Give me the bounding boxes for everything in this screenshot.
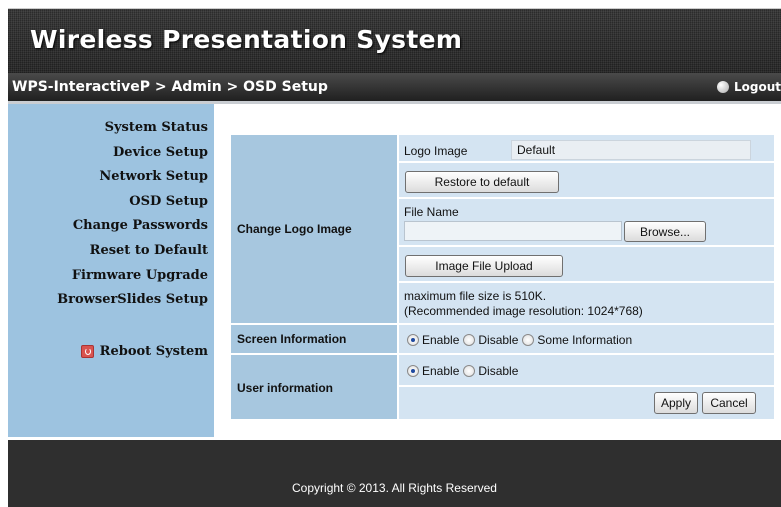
screen-info-disable-radio[interactable] [463, 334, 476, 346]
screen-info-enable-label: Enable [422, 333, 460, 347]
sidebar: System Status Device Setup Network Setup… [8, 104, 214, 437]
screen-info-enable-radio[interactable] [407, 334, 419, 346]
logo-image-value: Default [511, 140, 751, 160]
row-divider [399, 245, 774, 247]
sidebar-item-browserslides-setup[interactable]: BrowserSlides Setup [57, 292, 208, 307]
reboot-label: Reboot System [99, 344, 208, 359]
user-info-label-cell: User information [231, 355, 397, 419]
breadcrumb-bar: WPS-InteractiveP > Admin > OSD Setup Log… [8, 73, 781, 104]
actions-cell: Apply Cancel [399, 387, 774, 419]
header-banner: Wireless Presentation System [8, 8, 781, 74]
sidebar-item-change-passwords[interactable]: Change Passwords [73, 218, 208, 233]
browse-button[interactable]: Browse... [624, 221, 706, 242]
power-icon [80, 345, 94, 358]
sidebar-item-reset-to-default[interactable]: Reset to Default [90, 243, 208, 258]
user-info-options: Enable Disable [399, 355, 774, 385]
screen-info-some-radio[interactable] [522, 334, 535, 346]
logo-section-label: Change Logo Image [237, 222, 352, 236]
file-name-input[interactable] [404, 221, 622, 241]
screen-info-options: Enable Disable Some Information [399, 325, 774, 353]
image-upload-button[interactable]: Image File Upload [405, 255, 563, 277]
logo-section-fields: Logo Image Default Restore to default Fi… [399, 135, 774, 323]
user-info-disable-label: Disable [478, 364, 519, 378]
screen-info-label: Screen Information [237, 332, 347, 346]
logout-icon [716, 81, 729, 93]
osd-settings-panel: Change Logo Image Logo Image Default Res… [231, 135, 774, 420]
apply-button[interactable]: Apply [654, 392, 698, 414]
user-info-enable-label: Enable [422, 364, 460, 378]
file-name-label: File Name [404, 205, 459, 219]
sidebar-item-osd-setup[interactable]: OSD Setup [129, 194, 208, 209]
breadcrumb: WPS-InteractiveP > Admin > OSD Setup [12, 79, 328, 95]
user-info-label: User information [237, 381, 334, 395]
logo-section-label-cell: Change Logo Image [231, 135, 397, 323]
restore-default-button[interactable]: Restore to default [405, 171, 559, 193]
screen-info-disable-label: Disable [478, 333, 519, 347]
row-divider [399, 197, 774, 199]
file-size-note: maximum file size is 510K. [404, 289, 547, 303]
reboot-system-link[interactable]: Reboot System [80, 344, 208, 359]
screen-info-label-cell: Screen Information [231, 325, 397, 353]
copyright-text: Copyright © 2013. All Rights Reserved [292, 481, 497, 495]
logo-image-label: Logo Image [404, 144, 468, 158]
row-divider [399, 281, 774, 283]
user-info-enable-radio[interactable] [407, 365, 419, 377]
sidebar-item-system-status[interactable]: System Status [105, 120, 208, 135]
resolution-note: (Recommended image resolution: 1024*768) [404, 304, 643, 318]
logout-link[interactable]: Logout [716, 80, 781, 94]
user-info-disable-radio[interactable] [463, 365, 476, 377]
sidebar-item-firmware-upgrade[interactable]: Firmware Upgrade [72, 268, 208, 283]
screen-info-some-label: Some Information [537, 333, 633, 347]
app-title: Wireless Presentation System [30, 25, 463, 54]
footer: Copyright © 2013. All Rights Reserved [8, 440, 781, 507]
cancel-button[interactable]: Cancel [702, 392, 756, 414]
row-divider [399, 161, 774, 163]
sidebar-item-device-setup[interactable]: Device Setup [113, 145, 208, 160]
logout-label: Logout [733, 80, 781, 94]
sidebar-item-network-setup[interactable]: Network Setup [99, 169, 208, 184]
